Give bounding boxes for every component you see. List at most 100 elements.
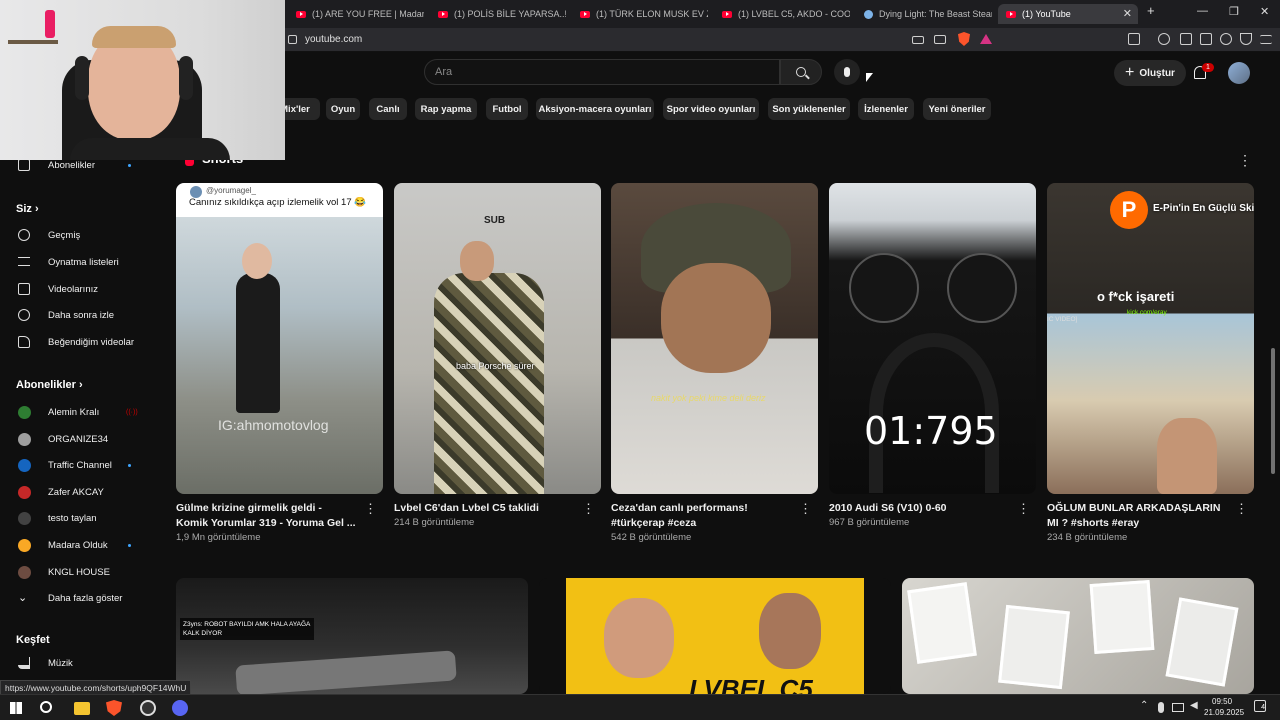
brave-browser-icon[interactable] [106, 700, 122, 716]
mouse-cursor [866, 73, 873, 82]
sidebar-item-watch-later[interactable]: Daha sonra izle [0, 303, 150, 327]
browser-tab[interactable]: (1) LVBEL C5, AKDO - COOOK İ [722, 4, 850, 24]
minimize-button[interactable]: — [1197, 5, 1208, 17]
short-thumbnail[interactable]: @yorumagel_ Canınız sıkıldıkça açıp izle… [176, 183, 383, 494]
video-title[interactable]: 2010 Audi S6 (V10) 0-60 [829, 501, 1009, 516]
section-heading-subscriptions[interactable]: Abonelikler › [16, 379, 83, 391]
short-thumbnail[interactable]: P E-Pin'in En Güçlü Skilli o f*ck işaret… [1047, 183, 1254, 494]
section-heading-you[interactable]: Siz › [16, 203, 39, 215]
clock-date[interactable]: 21.09.2025 [1204, 708, 1244, 717]
video-title[interactable]: Gülme krizine girmelik geldi - Komik Yor… [176, 501, 356, 531]
short-card[interactable]: @yorumagel_ Canınız sıkıldıkça açıp izle… [176, 183, 383, 543]
more-options-icon[interactable]: ⋮ [364, 501, 377, 517]
more-options-icon[interactable]: ⋮ [1017, 501, 1030, 517]
network-icon[interactable] [1172, 703, 1184, 712]
restore-button[interactable]: ❐ [1229, 5, 1239, 18]
chip[interactable]: Spor video oyunları [663, 98, 759, 120]
video-thumbnail[interactable] [902, 578, 1254, 694]
subscriptions-icon [18, 159, 30, 171]
brave-rewards-icon[interactable] [980, 34, 992, 44]
browser-tab[interactable]: (1) TÜRK ELON MUSK EV ZİYAR [580, 4, 708, 24]
show-more-button[interactable]: ⌄ Daha fazla göster [0, 586, 150, 610]
sidebar-item-music[interactable]: Müzik [0, 651, 150, 675]
search-icon[interactable] [40, 701, 52, 713]
sidebar-channel[interactable]: Madara Olduk [0, 533, 150, 557]
clock-time[interactable]: 09:50 [1212, 697, 1232, 706]
more-options-icon[interactable]: ⋮ [582, 501, 595, 517]
thumbs-up-icon [18, 336, 30, 348]
chip[interactable]: Yeni öneriler [923, 98, 991, 120]
chip[interactable]: Aksiyon-macera oyunları [536, 98, 654, 120]
video-thumbnail[interactable]: Z3yns: ROBOT BAYILDI AMK HALA AYAĞA KALK… [176, 578, 528, 694]
brave-shield-icon[interactable] [958, 32, 970, 46]
menu-icon[interactable] [1260, 35, 1272, 44]
close-window-button[interactable]: ✕ [1260, 5, 1269, 18]
browser-tab[interactable]: Dying Light: The Beast Steam'd [864, 4, 992, 24]
more-options-icon[interactable]: ⋮ [799, 501, 812, 517]
chip[interactable]: Canlı [369, 98, 407, 120]
chip[interactable]: İzlenenler [858, 98, 914, 120]
chip[interactable]: Futbol [486, 98, 528, 120]
sidebar-channel[interactable]: Zafer AKCAY [0, 480, 150, 504]
leo-icon[interactable] [1128, 33, 1140, 45]
channel-avatar [18, 511, 31, 525]
more-options-icon[interactable]: ⋮ [1235, 501, 1248, 517]
search-input[interactable] [424, 59, 780, 85]
short-card[interactable]: P E-Pin'in En Güçlü Skilli o f*ck işaret… [1047, 183, 1254, 543]
short-card[interactable]: 01:795 2010 Audi S6 (V10) 0-60 967 B gör… [829, 183, 1036, 528]
notification-center-icon[interactable]: 4 [1254, 700, 1266, 712]
file-explorer-icon[interactable] [74, 702, 90, 715]
video-title[interactable]: OĞLUM BUNLAR ARKADAŞLARIN MI ? #shorts #… [1047, 501, 1227, 531]
close-tab-icon[interactable]: ✕ [1123, 7, 1132, 20]
vpn-icon[interactable] [1240, 33, 1252, 45]
sidebar-item-playlists[interactable]: Oynatma listeleri [0, 250, 150, 274]
sidebar-channel[interactable]: ORGANIZE34 [0, 427, 150, 451]
more-options-icon[interactable]: ⋮ [1238, 152, 1252, 169]
sidebar-item-liked-videos[interactable]: Beğendiğim videolar [0, 330, 150, 354]
short-card[interactable]: SUB baba Porsche sürer Lvbel C6'dan Lvbe… [394, 183, 601, 528]
sidebar-item-your-videos[interactable]: Videolarınız [0, 277, 150, 301]
short-card[interactable]: nakit yok peki kime deli deriz Ceza'dan … [611, 183, 818, 543]
sidebar-channel[interactable]: Alemin Kralı ((·)) [0, 400, 150, 424]
obs-icon[interactable] [140, 700, 156, 716]
short-thumbnail[interactable]: SUB baba Porsche sürer [394, 183, 601, 494]
voice-search-button[interactable] [834, 59, 860, 85]
chip[interactable]: Son yüklenenler [768, 98, 850, 120]
discord-icon[interactable] [172, 700, 188, 716]
short-thumbnail[interactable]: 01:795 [829, 183, 1036, 494]
sidebar-channel[interactable]: KNGL HOUSE [0, 560, 150, 584]
browser-tab-active[interactable]: (1) YouTube ✕ [998, 4, 1138, 24]
new-tab-button[interactable]: + [1147, 3, 1155, 18]
your-videos-icon [18, 283, 30, 295]
search-button[interactable] [780, 59, 822, 85]
music-icon[interactable] [1158, 33, 1170, 45]
chip[interactable]: Oyun [326, 98, 360, 120]
scrollbar[interactable] [1271, 348, 1275, 474]
windows-start-icon[interactable] [10, 702, 22, 714]
video-thumbnail[interactable]: LVBEL C5 [539, 578, 891, 694]
sidebar-channel[interactable]: Traffic Channel [0, 453, 150, 477]
extensions-icon[interactable] [1220, 33, 1232, 45]
short-thumbnail[interactable]: nakit yok peki kime deli deriz [611, 183, 818, 494]
section-heading-explore: Keşfet [16, 634, 50, 646]
sidebar-item-history[interactable]: Geçmiş [0, 223, 150, 247]
sidebar-toggle-icon[interactable] [1180, 33, 1192, 45]
share-icon[interactable] [934, 35, 946, 44]
browser-tab[interactable]: (1) POLİS BİLE YAPARSA..! Türki [438, 4, 566, 24]
browser-tab[interactable]: (1) ARE YOU FREE | Madara Ol [296, 4, 424, 24]
video-title[interactable]: Lvbel C6'dan Lvbel C5 taklidi [394, 501, 574, 516]
avatar[interactable] [1228, 62, 1250, 84]
create-button[interactable]: + Oluştur [1114, 60, 1186, 86]
url-field[interactable]: youtube.com [305, 34, 362, 45]
video-title[interactable]: Ceza'dan canlı performans! #türkçerap #c… [611, 501, 791, 531]
wallet-icon[interactable] [1200, 33, 1212, 45]
clock-icon [18, 309, 30, 321]
mic-icon[interactable] [1158, 702, 1164, 713]
sidebar-channel[interactable]: testo taylan [0, 506, 150, 530]
chip[interactable]: Rap yapma [415, 98, 477, 120]
person-figure [434, 273, 544, 494]
chevron-up-icon[interactable]: ⌃ [1140, 700, 1156, 716]
site-info-icon[interactable] [288, 35, 297, 44]
channel-avatar [18, 405, 31, 419]
cast-icon[interactable] [912, 36, 924, 44]
